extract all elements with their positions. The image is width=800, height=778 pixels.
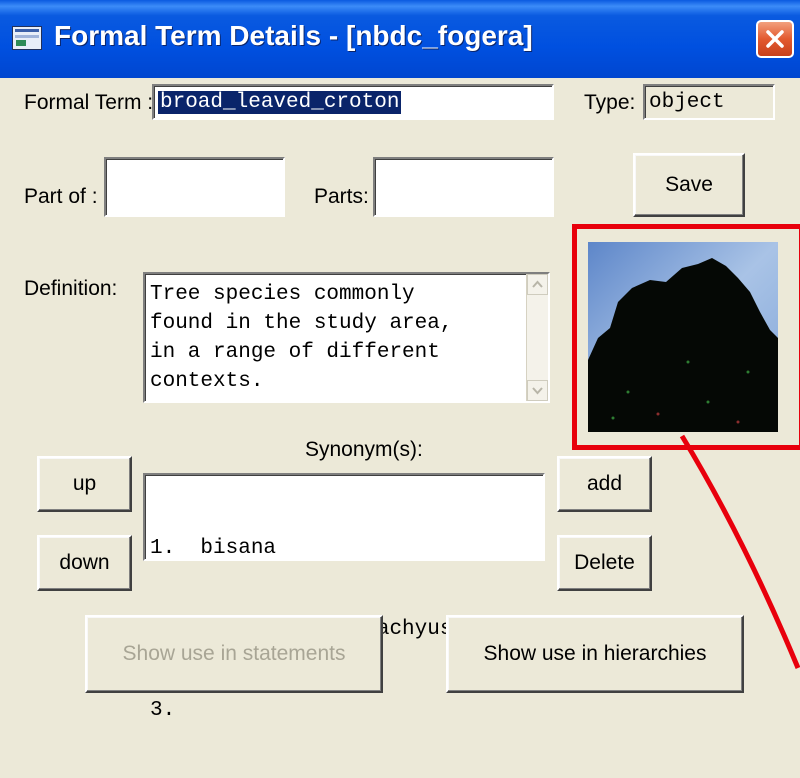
synonyms-list[interactable]: 1. bisana 2. Croton macrostachyus 3. [143,473,545,722]
show-use-in-hierarchies-button[interactable]: Show use in hierarchies [446,615,744,693]
formal-term-dialog: Formal Term Details - [nbdc_fogera] Form… [0,0,800,722]
up-button[interactable]: up [37,456,132,512]
down-button[interactable]: down [37,535,132,591]
show-use-in-statements-button: Show use in statements [85,615,383,693]
synonyms-label: Synonym(s): [305,438,423,461]
add-button[interactable]: add [557,456,652,512]
synonym-item[interactable]: 1. bisana [150,535,452,562]
delete-button[interactable]: Delete [557,535,652,591]
synonym-item[interactable]: 3. [150,697,452,724]
